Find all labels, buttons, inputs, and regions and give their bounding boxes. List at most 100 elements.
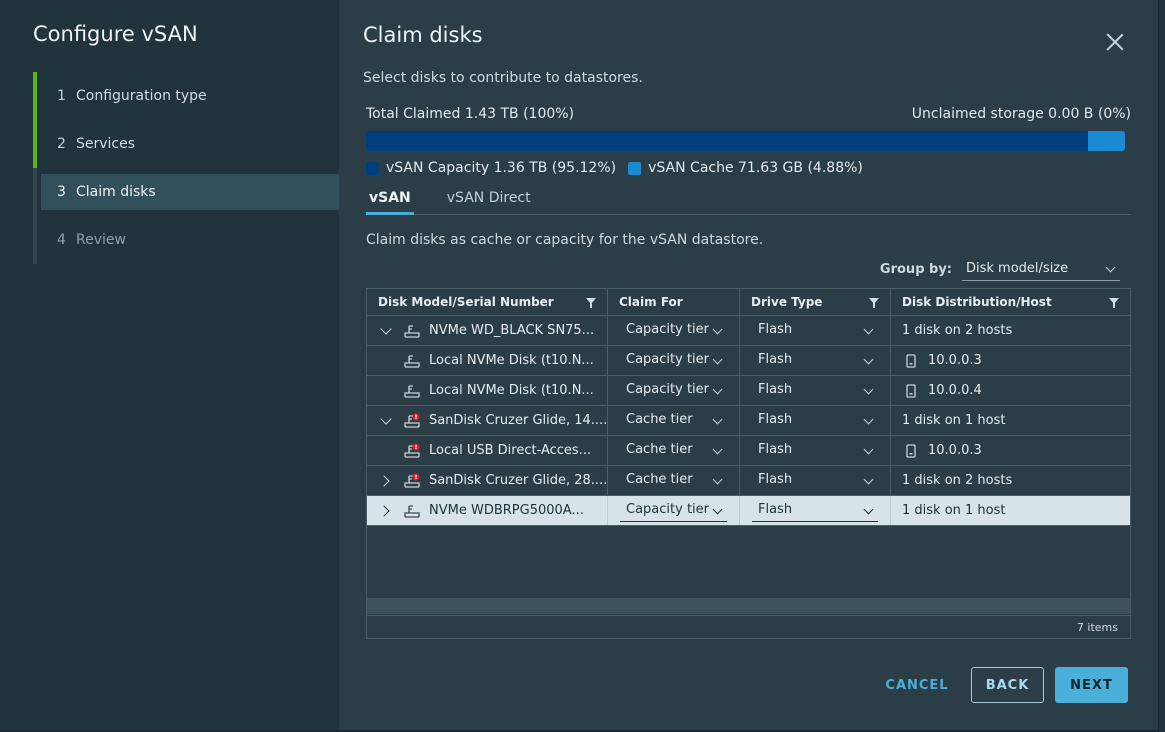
chevron-down-icon <box>712 414 723 424</box>
distribution-cell: 1 disk on 1 host <box>890 496 1130 525</box>
table-row[interactable]: NVMe WD_BLACK SN75... Capacity tier Flas… <box>367 316 1130 346</box>
legend-cache-label: vSAN Cache 71.63 GB (4.88%) <box>648 160 863 176</box>
column-label: Claim For <box>619 295 683 309</box>
column-label: Disk Distribution/Host <box>902 295 1052 309</box>
tab-vsan-direct[interactable]: vSAN Direct <box>444 188 534 214</box>
capacity-swatch <box>366 161 379 175</box>
filter-icon[interactable] <box>869 298 879 308</box>
horizontal-scrollbar[interactable] <box>367 598 1130 614</box>
chevron-down-icon <box>1105 262 1116 273</box>
drive-type-select[interactable]: Flash <box>752 320 878 342</box>
step-number: 2 <box>57 136 66 152</box>
table-row[interactable]: Local NVMe Disk (t10.N... Capacity tier … <box>367 376 1130 406</box>
claim-for-select[interactable]: Capacity tier <box>620 350 727 372</box>
drive-type-select[interactable]: Flash <box>752 440 878 462</box>
filter-icon[interactable] <box>1109 298 1119 308</box>
storage-tabs: vSAN vSAN Direct <box>366 188 1131 215</box>
step-claim-disks[interactable]: 3 Claim disks <box>33 168 339 216</box>
drive-type-select[interactable]: Flash <box>752 350 878 372</box>
claim-for-select[interactable]: Cache tier <box>620 470 727 492</box>
cancel-button[interactable]: CANCEL <box>885 667 949 703</box>
chevron-right-icon[interactable] <box>379 474 393 488</box>
claim-cell: Capacity tier <box>607 496 739 525</box>
filter-icon[interactable] <box>586 298 596 308</box>
drive-cell: Flash <box>739 346 890 375</box>
claim-description: Claim disks as cache or capacity for the… <box>366 232 764 248</box>
drive-type-value: Flash <box>758 321 793 337</box>
claim-for-value: Capacity tier <box>626 321 709 337</box>
claim-cell: Capacity tier <box>607 346 739 375</box>
distribution-text: 1 disk on 2 hosts <box>902 473 1013 488</box>
table-row-selected[interactable]: NVMe WDBRPG5000A... Capacity tier Flash … <box>367 496 1130 526</box>
wizard-title: Configure vSAN <box>33 22 198 46</box>
total-claimed-text: Total Claimed 1.43 TB (100%) <box>366 106 575 122</box>
disk-icon <box>404 504 420 518</box>
tab-vsan[interactable]: vSAN <box>366 188 414 215</box>
chevron-down-icon <box>712 444 723 454</box>
drive-type-value: Flash <box>758 441 793 457</box>
table-row[interactable]: SanDisk Cruzer Glide, 28.... Cache tier … <box>367 466 1130 496</box>
background-strip <box>1159 0 1165 732</box>
table-row[interactable]: SanDisk Cruzer Glide, 14.... Cache tier … <box>367 406 1130 436</box>
distribution-text: 1 disk on 1 host <box>902 503 1006 518</box>
host-icon <box>906 383 916 398</box>
drive-type-select[interactable]: Flash <box>752 470 878 492</box>
claim-cell: Capacity tier <box>607 376 739 405</box>
close-icon[interactable] <box>1106 33 1124 51</box>
drive-type-select[interactable]: Flash <box>752 410 878 432</box>
drive-type-select[interactable]: Flash <box>752 380 878 402</box>
claim-for-value: Capacity tier <box>626 381 709 397</box>
disk-icon <box>404 384 420 398</box>
next-button[interactable]: NEXT <box>1055 667 1128 703</box>
drive-cell: Flash <box>739 406 890 435</box>
host-ip: 10.0.0.3 <box>928 443 982 458</box>
claim-for-select[interactable]: Capacity tier <box>620 500 727 522</box>
distribution-cell: 1 disk on 2 hosts <box>890 466 1130 495</box>
disk-name: SanDisk Cruzer Glide, 14.... <box>428 413 607 428</box>
claim-for-value: Cache tier <box>626 471 693 487</box>
chevron-down-icon <box>863 384 874 394</box>
claim-for-select[interactable]: Cache tier <box>620 410 727 432</box>
distribution-cell: 10.0.0.4 <box>890 376 1130 405</box>
chevron-down-icon[interactable] <box>379 414 393 428</box>
legend-capacity: vSAN Capacity 1.36 TB (95.12%) <box>366 160 616 176</box>
grid-footer: 7 items <box>367 615 1130 638</box>
column-drive-type[interactable]: Drive Type <box>739 289 890 315</box>
group-by-label: Group by: <box>879 262 952 277</box>
claim-disks-panel: Claim disks Select disks to contribute t… <box>339 0 1158 730</box>
drive-type-value: Flash <box>758 501 793 517</box>
claim-for-select[interactable]: Capacity tier <box>620 320 727 342</box>
column-disk-model[interactable]: Disk Model/Serial Number <box>367 289 607 315</box>
claim-for-select[interactable]: Cache tier <box>620 440 727 462</box>
claim-for-select[interactable]: Capacity tier <box>620 380 727 402</box>
table-row[interactable]: Local NVMe Disk (t10.N... Capacity tier … <box>367 346 1130 376</box>
step-progress-bar <box>33 168 37 216</box>
step-configuration-type[interactable]: 1 Configuration type <box>33 72 339 120</box>
drive-type-select[interactable]: Flash <box>752 500 878 522</box>
disk-name: Local NVMe Disk (t10.N... <box>429 353 594 368</box>
claim-cell: Cache tier <box>607 466 739 495</box>
storage-summary: Total Claimed 1.43 TB (100%) Unclaimed s… <box>366 106 1131 122</box>
claim-cell: Cache tier <box>607 406 739 435</box>
disk-name: Local NVMe Disk (t10.N... <box>429 383 594 398</box>
column-claim-for[interactable]: Claim For <box>607 289 739 315</box>
disk-icon <box>404 354 420 368</box>
chevron-down-icon <box>863 444 874 454</box>
group-by-select[interactable]: Disk model/size <box>962 258 1120 281</box>
host-ip: 10.0.0.3 <box>928 353 982 368</box>
drive-cell: Flash <box>739 376 890 405</box>
column-disk-distribution[interactable]: Disk Distribution/Host <box>890 289 1130 315</box>
chevron-right-icon[interactable] <box>379 504 393 518</box>
back-button[interactable]: BACK <box>971 667 1044 703</box>
legend-cache: vSAN Cache 71.63 GB (4.88%) <box>628 160 863 176</box>
distribution-cell: 1 disk on 2 hosts <box>890 316 1130 345</box>
table-row[interactable]: Local USB Direct-Acces... Cache tier Fla… <box>367 436 1130 466</box>
disk-icon <box>404 324 420 338</box>
distribution-cell: 1 disk on 1 host <box>890 406 1130 435</box>
step-services[interactable]: 2 Services <box>33 120 339 168</box>
claim-cell: Cache tier <box>607 436 739 465</box>
storage-progress-bar <box>366 131 1125 151</box>
drive-cell: Flash <box>739 466 890 495</box>
chevron-down-icon <box>863 414 874 424</box>
chevron-down-icon[interactable] <box>379 324 393 338</box>
